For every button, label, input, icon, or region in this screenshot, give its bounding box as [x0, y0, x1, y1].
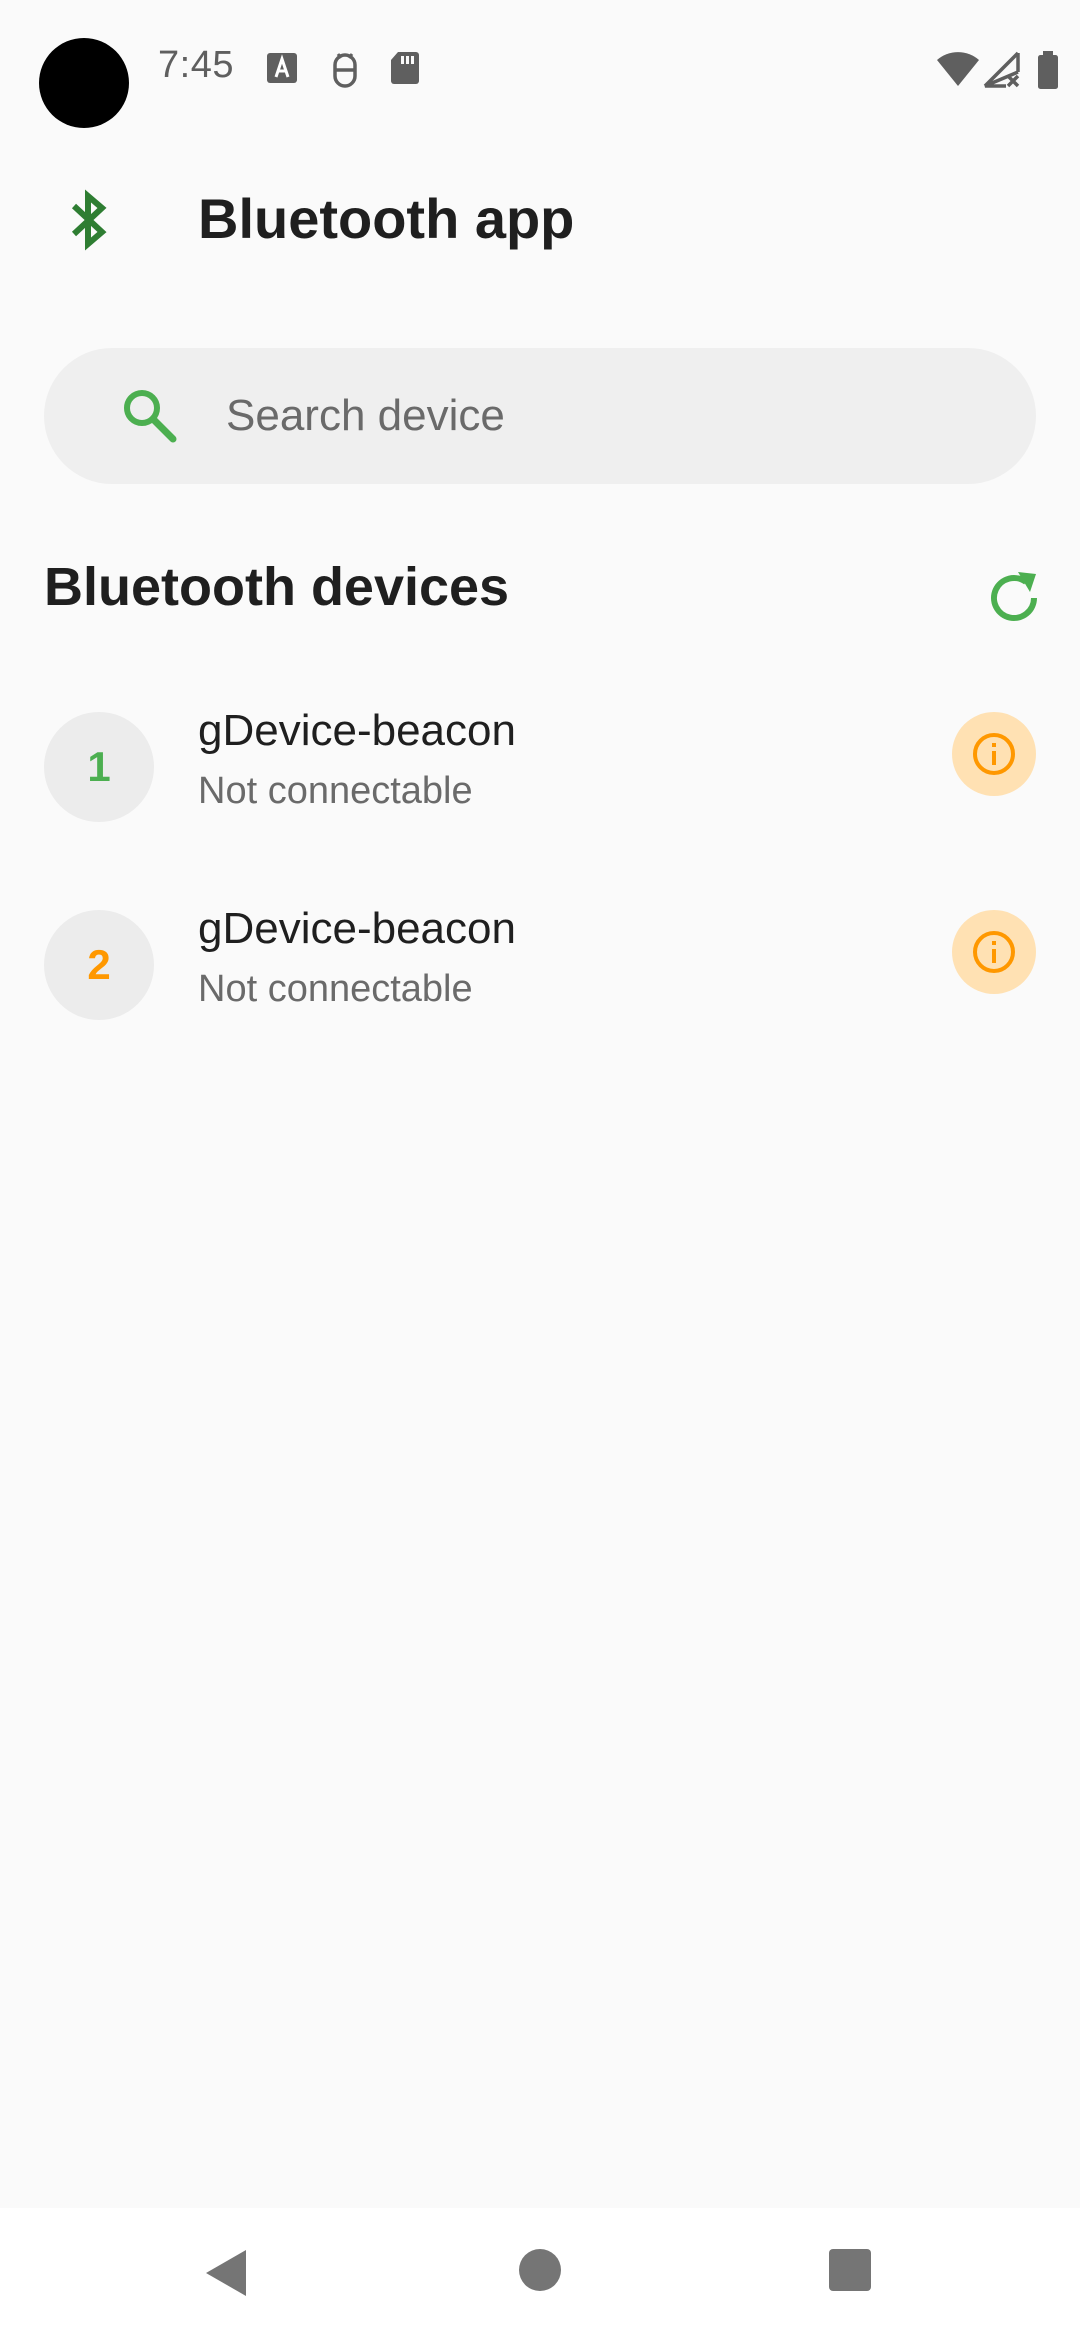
device-list-item[interactable]: 1 gDevice-beacon Not connectable	[0, 690, 1080, 850]
device-index-badge: 2	[44, 910, 154, 1020]
device-info-button[interactable]	[952, 910, 1036, 994]
info-icon	[973, 931, 1015, 973]
device-status: Not connectable	[198, 770, 473, 812]
app-bar: Bluetooth app	[0, 160, 1080, 270]
app-title: Bluetooth app	[198, 187, 575, 250]
device-status: Not connectable	[198, 968, 473, 1010]
info-icon	[973, 733, 1015, 775]
device-info-button[interactable]	[952, 712, 1036, 796]
battery-icon	[1038, 51, 1058, 89]
signal-no-service-icon	[983, 51, 1020, 88]
search-bar[interactable]	[44, 348, 1036, 484]
recents-icon[interactable]	[828, 2248, 872, 2292]
status-bar: 7:45	[0, 0, 1080, 140]
device-list-item[interactable]: 2 gDevice-beacon Not connectable	[0, 888, 1080, 1048]
search-input[interactable]	[182, 348, 1002, 484]
search-icon	[124, 390, 177, 443]
device-index-badge: 1	[44, 712, 154, 822]
section-title: Bluetooth devices	[44, 557, 510, 617]
status-time: 7:45	[158, 44, 234, 86]
navigation-bar	[0, 2208, 1080, 2340]
text-a-icon	[267, 53, 297, 83]
device-name: gDevice-beacon	[198, 904, 516, 953]
refresh-icon[interactable]	[982, 566, 1046, 630]
sd-card-icon	[391, 52, 419, 84]
home-icon[interactable]	[518, 2248, 562, 2292]
camera-cutout	[39, 38, 129, 128]
back-icon[interactable]	[204, 2248, 248, 2298]
android-debug-icon	[333, 53, 357, 88]
device-name: gDevice-beacon	[198, 706, 516, 755]
wifi-icon	[937, 52, 979, 86]
bluetooth-icon	[71, 189, 107, 251]
